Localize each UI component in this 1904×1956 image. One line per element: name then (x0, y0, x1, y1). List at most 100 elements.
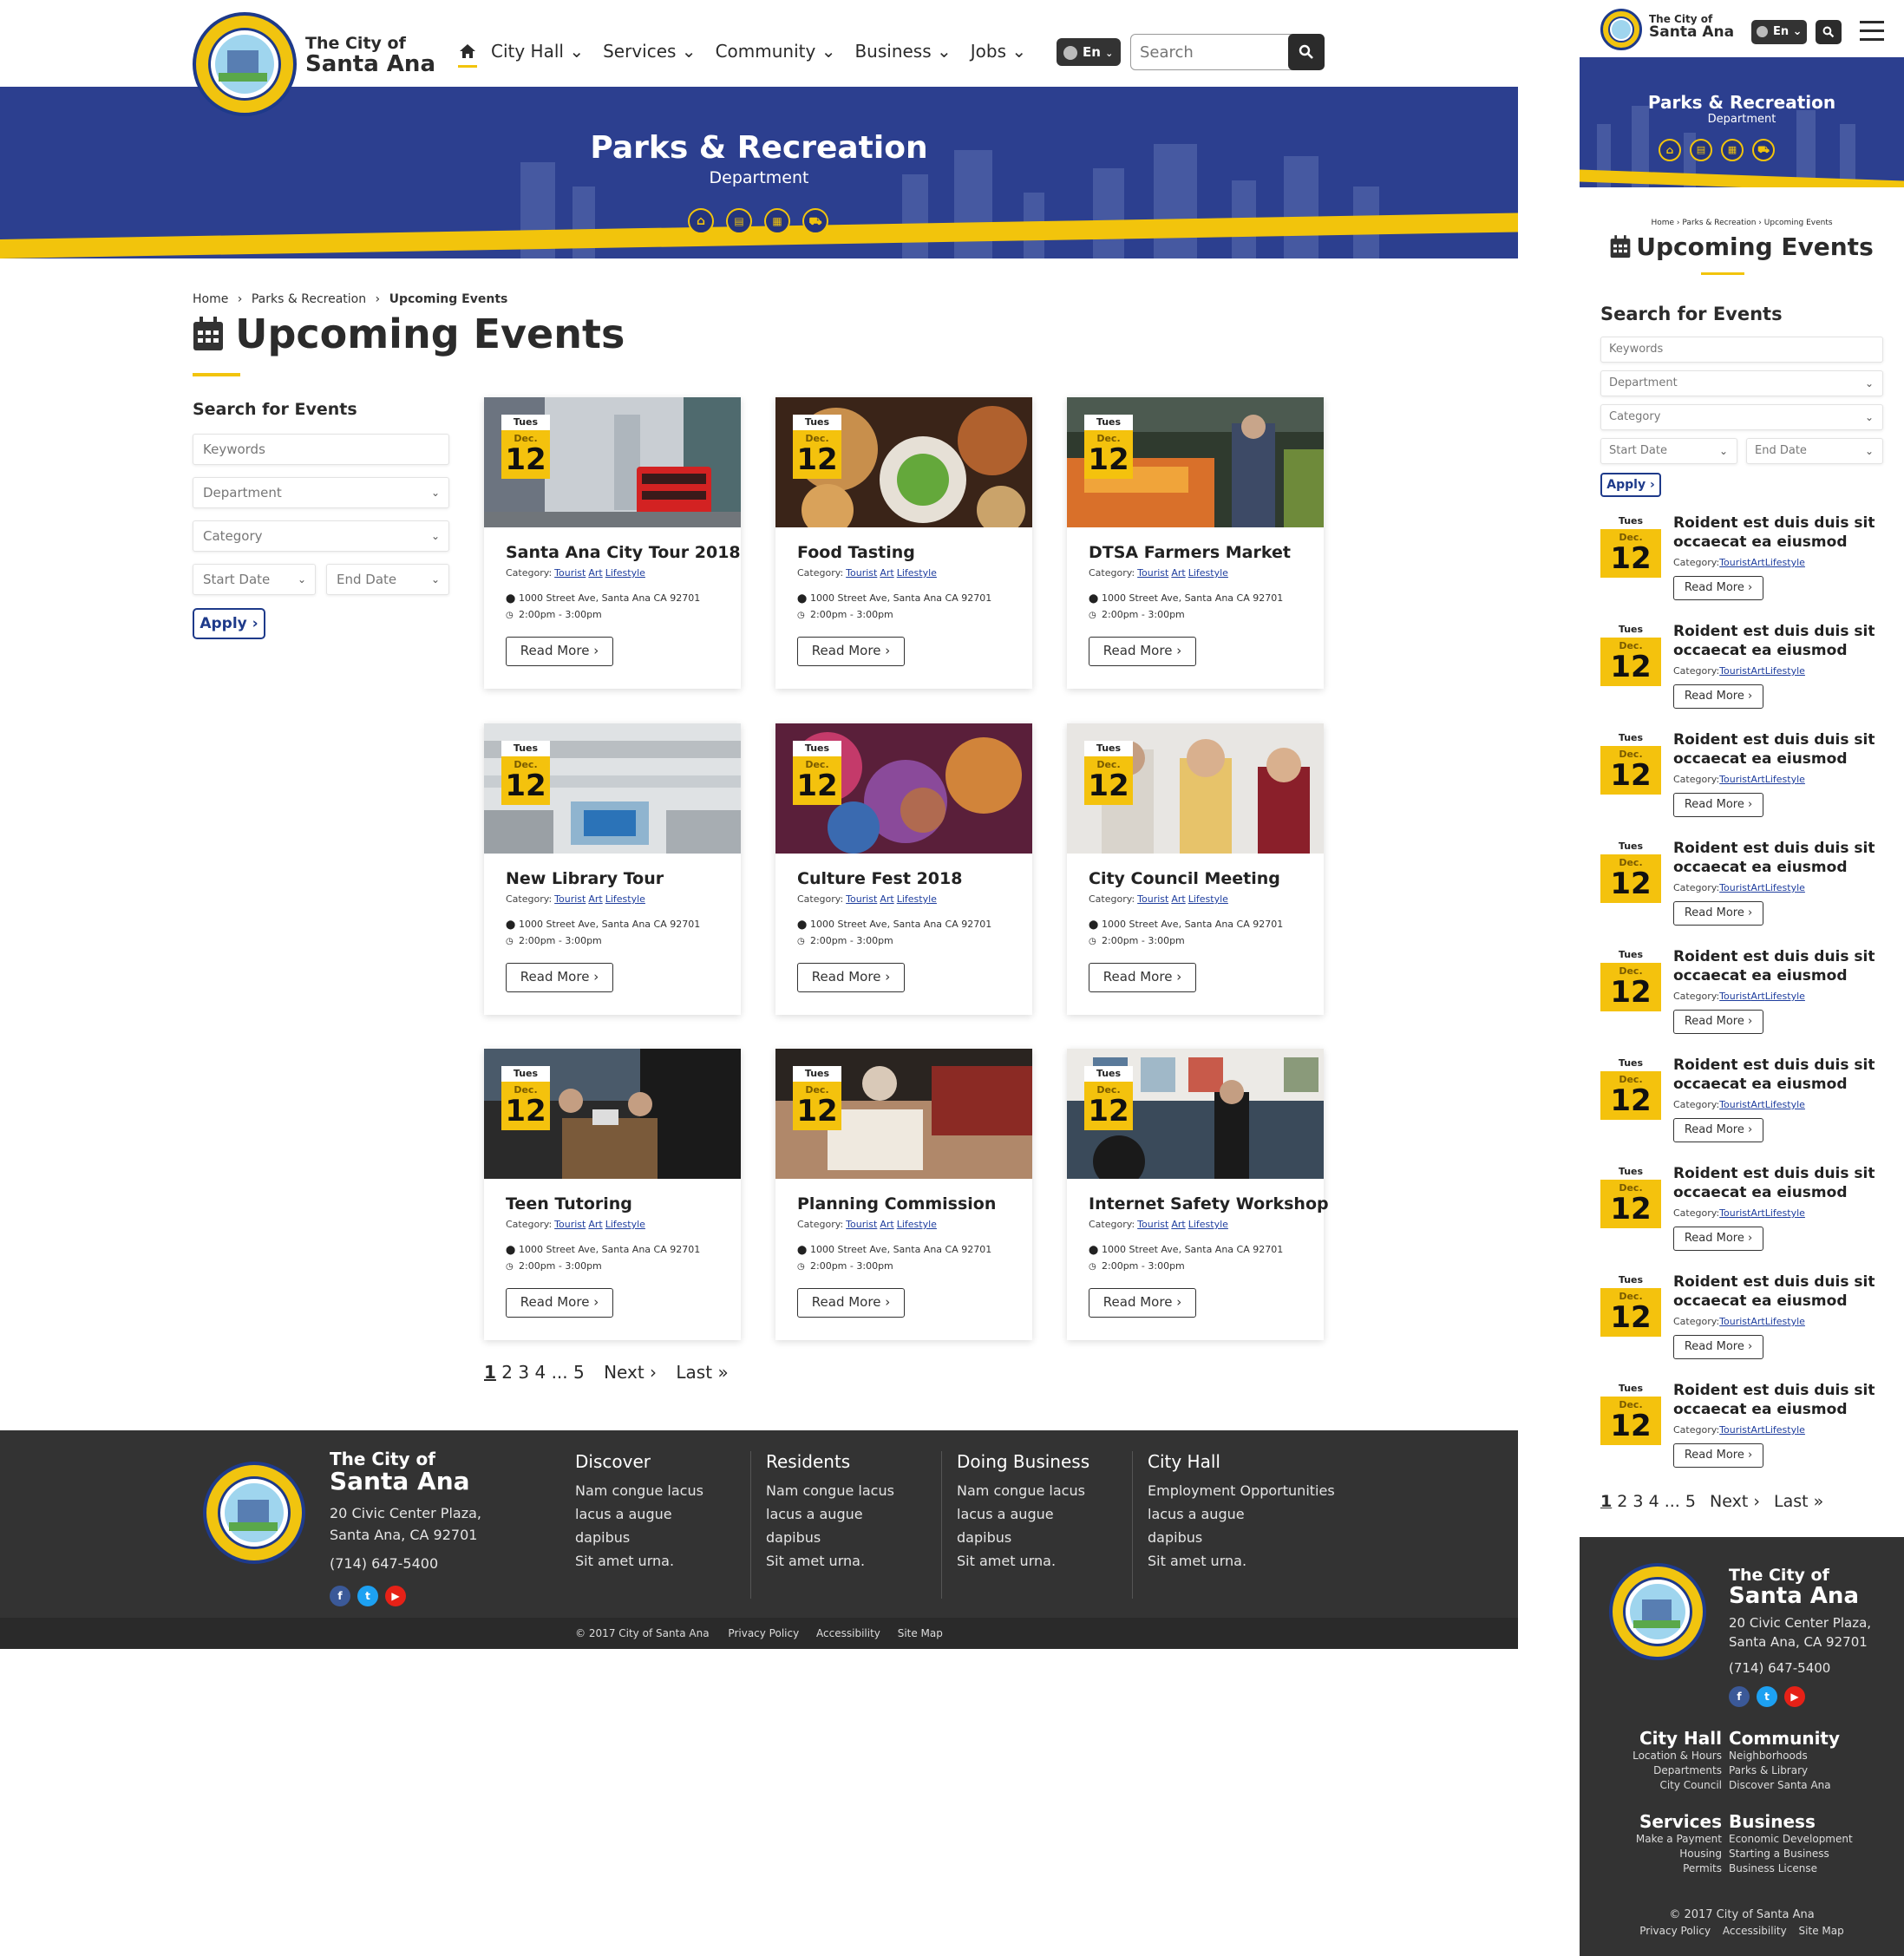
page-link-current[interactable]: 1 (484, 1362, 496, 1383)
read-more-button[interactable]: Read More › (1089, 637, 1196, 666)
mobile-apply-button[interactable]: Apply › (1600, 473, 1661, 497)
mobile-event-category-link[interactable]: Art (1750, 665, 1764, 677)
read-more-button[interactable]: Read More › (1673, 1010, 1763, 1034)
footer-privacy-link[interactable]: Privacy Policy (728, 1627, 799, 1639)
event-category-link[interactable]: Art (588, 567, 602, 579)
footer-column-title[interactable]: Doing Business (957, 1451, 1089, 1472)
mobile-event-category-link[interactable]: Art (1750, 1424, 1764, 1436)
page-link[interactable]: 2 (501, 1362, 513, 1383)
mobile-event-title[interactable]: Roident est duis duis sit occaecat ea ei… (1673, 1164, 1890, 1202)
event-category-link[interactable]: Tourist (846, 567, 877, 579)
keywords-input[interactable]: Keywords (193, 434, 449, 465)
mobile-footer-link[interactable]: Starting a Business (1729, 1847, 1853, 1861)
mobile-department-select[interactable]: Department ⌄ (1600, 370, 1883, 396)
event-title[interactable]: DTSA Farmers Market (1089, 543, 1291, 562)
mobile-footer-link[interactable]: Parks & Library (1729, 1763, 1840, 1778)
youtube-icon[interactable]: ▶ (385, 1586, 406, 1606)
breadcrumb-home[interactable]: Home (193, 292, 228, 306)
mobile-start-date-select[interactable]: Start Date ⌄ (1600, 438, 1737, 464)
mobile-event-category-link[interactable]: Tourist (1719, 557, 1750, 568)
mobile-event-item[interactable]: Tues Dec. 12 Roident est duis duis sit occa… (1600, 1164, 1891, 1261)
footer-link[interactable]: dapibus (766, 1526, 894, 1549)
footer-link[interactable]: Sit amet urna. (1148, 1549, 1335, 1573)
event-category-link[interactable]: Tourist (554, 1219, 586, 1230)
page-link-current[interactable]: 1 (1600, 1492, 1612, 1511)
event-category-link[interactable]: Lifestyle (605, 1219, 645, 1230)
mobile-event-item[interactable]: Tues Dec. 12 Roident est duis duis sit occa… (1600, 1056, 1891, 1153)
last-page-link[interactable]: Last » (1774, 1492, 1823, 1511)
event-card[interactable]: Tues Dec. 12 Culture Fest 2018 Category: Tour… (775, 723, 1032, 1015)
mobile-event-category-link[interactable]: Art (1750, 991, 1764, 1002)
page-link[interactable]: 3 (518, 1362, 529, 1383)
event-category-link[interactable]: Art (1171, 567, 1185, 579)
event-card[interactable]: Tues Dec. 12 Internet Safety Workshop Catego… (1067, 1049, 1329, 1340)
mobile-footer-group-title[interactable]: City Hall (1632, 1728, 1722, 1749)
footer-link[interactable]: lacus a augue (1148, 1502, 1335, 1526)
mobile-language-selector[interactable]: En ⌄ (1751, 20, 1807, 44)
footer-column-title[interactable]: Residents (766, 1451, 894, 1472)
mobile-footer-link[interactable]: Permits (1636, 1861, 1722, 1876)
event-category-link[interactable]: Art (880, 567, 893, 579)
event-title[interactable]: Culture Fest 2018 (797, 869, 962, 888)
nav-business[interactable]: Business ⌄ (854, 41, 951, 62)
event-category-link[interactable]: Tourist (846, 1219, 877, 1230)
search-input[interactable] (1140, 42, 1279, 62)
mobile-event-category-link[interactable]: Lifestyle (1765, 557, 1805, 568)
twitter-icon[interactable]: t (357, 1586, 378, 1606)
mobile-event-category-link[interactable]: Tourist (1719, 1316, 1750, 1327)
mobile-event-category-link[interactable]: Tourist (1719, 665, 1750, 677)
event-title[interactable]: Santa Ana City Tour 2018 (506, 543, 741, 562)
mobile-event-title[interactable]: Roident est duis duis sit occaecat ea ei… (1673, 1381, 1890, 1419)
read-more-button[interactable]: Read More › (506, 963, 613, 992)
mobile-event-category-link[interactable]: Lifestyle (1765, 665, 1805, 677)
youtube-icon[interactable]: ▶ (1784, 1686, 1805, 1707)
mobile-event-item[interactable]: Tues Dec. 12 Roident est duis duis sit occa… (1600, 839, 1891, 936)
mobile-footer-link[interactable]: Location & Hours (1632, 1749, 1722, 1763)
event-title[interactable]: Planning Commission (797, 1194, 996, 1214)
footer-link[interactable]: Sit amet urna. (766, 1549, 894, 1573)
home-nav-icon[interactable] (458, 38, 477, 68)
event-title[interactable]: Food Tasting (797, 543, 915, 562)
mobile-event-category-link[interactable]: Tourist (1719, 991, 1750, 1002)
apply-button[interactable]: Apply › (193, 608, 265, 639)
mobile-footer-group-title[interactable]: Community (1729, 1728, 1840, 1749)
mobile-keywords-input[interactable]: Keywords (1600, 337, 1883, 363)
mobile-site-name[interactable]: The City of Santa Ana (1649, 14, 1734, 40)
mobile-event-category-link[interactable]: Lifestyle (1765, 1424, 1805, 1436)
mobile-event-category-link[interactable]: Lifestyle (1765, 1316, 1805, 1327)
footer-link[interactable]: Sit amet urna. (957, 1549, 1089, 1573)
event-category-link[interactable]: Lifestyle (1188, 893, 1228, 905)
event-card[interactable]: Tues Dec. 12 Santa Ana City Tour 2018 Catego… (484, 397, 741, 689)
mobile-event-category-link[interactable]: Art (1750, 774, 1764, 785)
mobile-event-category-link[interactable]: Lifestyle (1765, 774, 1805, 785)
mobile-event-category-link[interactable]: Lifestyle (1765, 1207, 1805, 1219)
mobile-footer-link[interactable]: Neighborhoods (1729, 1749, 1840, 1763)
mobile-event-category-link[interactable]: Art (1750, 1099, 1764, 1110)
mobile-footer-link[interactable]: Economic Development (1729, 1832, 1853, 1847)
mobile-city-seal[interactable] (1600, 9, 1642, 50)
mobile-event-title[interactable]: Roident est duis duis sit occaecat ea ei… (1673, 1272, 1890, 1311)
mobile-event-item[interactable]: Tues Dec. 12 Roident est duis duis sit occa… (1600, 730, 1891, 828)
event-category-link[interactable]: Tourist (554, 893, 586, 905)
category-select[interactable]: Category ⌄ (193, 520, 449, 552)
event-card[interactable]: Tues Dec. 12 DTSA Farmers Market Category: To… (1067, 397, 1324, 689)
mobile-footer-link[interactable]: Make a Payment (1636, 1832, 1722, 1847)
event-category-link[interactable]: Art (1171, 1219, 1185, 1230)
event-category-link[interactable]: Lifestyle (897, 567, 937, 579)
mobile-event-category-link[interactable]: Tourist (1719, 774, 1750, 785)
page-link[interactable]: 3 (1632, 1492, 1643, 1511)
page-link[interactable]: 5 (1685, 1492, 1696, 1511)
footer-column-title[interactable]: City Hall (1148, 1451, 1335, 1472)
card-icon[interactable]: ▤ (1690, 139, 1712, 161)
read-more-button[interactable]: Read More › (797, 1288, 905, 1318)
breadcrumb-home[interactable]: Home (1651, 219, 1674, 227)
mobile-event-item[interactable]: Tues Dec. 12 Roident est duis duis sit occa… (1600, 622, 1891, 719)
footer-accessibility-link[interactable]: Accessibility (816, 1627, 880, 1639)
event-category-link[interactable]: Art (880, 893, 893, 905)
footer-link[interactable]: dapibus (575, 1526, 703, 1549)
read-more-button[interactable]: Read More › (1673, 1118, 1763, 1142)
event-category-link[interactable]: Art (880, 1219, 893, 1230)
mobile-event-title[interactable]: Roident est duis duis sit occaecat ea ei… (1673, 622, 1890, 660)
event-card[interactable]: Tues Dec. 12 Food Tasting Category: Tourist Ar… (775, 397, 1032, 689)
mobile-event-category-link[interactable]: Tourist (1719, 1099, 1750, 1110)
